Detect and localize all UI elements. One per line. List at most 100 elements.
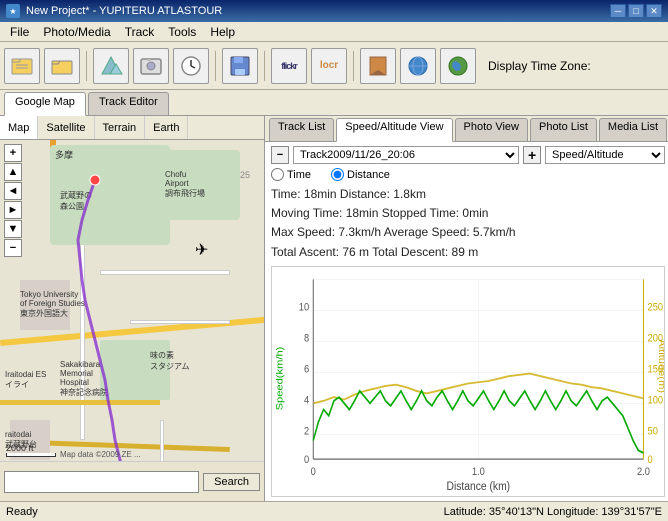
zoom-out-btn[interactable]: − — [4, 239, 22, 257]
map-background: 多摩 武蔵野の森公園 Tokyo Universityof Foreign St… — [0, 140, 264, 461]
maximize-button[interactable]: □ — [628, 4, 644, 18]
globe-btn[interactable] — [400, 48, 436, 84]
svg-text:0: 0 — [304, 454, 309, 466]
menu-file[interactable]: File — [4, 24, 35, 40]
stat-line-3: Max Speed: 7.3km/h Average Speed: 5.7km/… — [271, 223, 665, 242]
track-dropdown[interactable]: Track2009/11/26_20:06 — [293, 146, 519, 164]
radio-row: Time Distance — [271, 168, 665, 181]
tab-speed-altitude[interactable]: Speed/Altitude View — [336, 118, 452, 142]
photo-btn[interactable] — [133, 48, 169, 84]
speed-dropdown[interactable]: Speed/Altitude — [545, 146, 665, 164]
svg-text:10: 10 — [299, 301, 310, 313]
map-tab-earth[interactable]: Earth — [145, 116, 188, 139]
menu-track[interactable]: Track — [119, 24, 161, 40]
map-label-6: SakakibaraMemorialHospital神奈記念病院 — [60, 360, 108, 398]
bookmark-btn[interactable] — [360, 48, 396, 84]
svg-text:8: 8 — [304, 332, 309, 344]
status-ready: Ready — [6, 506, 38, 518]
locr-btn[interactable]: locr — [311, 48, 347, 84]
save-btn[interactable] — [222, 48, 258, 84]
map-label-4: ChofuAirport調布飛行場 — [165, 170, 205, 199]
pan-left-btn[interactable]: ◄ — [4, 182, 22, 200]
toolbar: flickr locr Display Time Zone: — [0, 42, 668, 90]
map-container[interactable]: 多摩 武蔵野の森公園 Tokyo Universityof Foreign St… — [0, 140, 264, 461]
pan-up-btn[interactable]: ▲ — [4, 163, 22, 181]
toolbar-sep-2 — [215, 51, 216, 81]
map-credits: Map data ©2009 ZE ... — [60, 450, 141, 459]
toolbar-sep-1 — [86, 51, 87, 81]
stats-area: Time: 18min Distance: 1.8km Moving Time:… — [271, 185, 665, 262]
statusbar: Ready Latitude: 35°40'13"N Longitude: 13… — [0, 501, 668, 521]
scale-label: 2000 ft — [6, 443, 34, 453]
radio-time[interactable]: Time — [271, 168, 311, 181]
radio-distance[interactable]: Distance — [331, 168, 390, 181]
menu-tools[interactable]: Tools — [162, 24, 202, 40]
tab-photo-list[interactable]: Photo List — [530, 118, 597, 141]
menubar: File Photo/Media Track Tools Help — [0, 22, 668, 42]
pan-right-btn[interactable]: ► — [4, 201, 22, 219]
status-coordinates: Latitude: 35°40'13"N Longitude: 139°31'5… — [444, 506, 662, 518]
tab-photo-view[interactable]: Photo View — [455, 118, 528, 141]
menu-help[interactable]: Help — [204, 24, 241, 40]
svg-text:2.0: 2.0 — [637, 466, 650, 478]
tab-track-list[interactable]: Track List — [269, 118, 334, 141]
window-title: New Project* - YUPITERU ATLASTOUR — [26, 5, 222, 17]
svg-text:6: 6 — [304, 363, 309, 375]
titlebar-left: ★ New Project* - YUPITERU ATLASTOUR — [6, 4, 222, 18]
track-prev-btn[interactable]: − — [271, 146, 289, 164]
svg-text:100: 100 — [648, 394, 664, 406]
stat-line-4: Total Ascent: 76 m Total Descent: 89 m — [271, 243, 665, 262]
earth-btn[interactable] — [440, 48, 476, 84]
right-pane: Track List Speed/Altitude View Photo Vie… — [265, 116, 668, 501]
content-area: Map Satellite Terrain Earth — [0, 116, 668, 501]
mountain-btn[interactable] — [93, 48, 129, 84]
radio-distance-label: Distance — [347, 169, 390, 181]
close-button[interactable]: ✕ — [646, 4, 662, 18]
road-3 — [100, 270, 230, 275]
radio-distance-input[interactable] — [331, 168, 344, 181]
app-icon: ★ — [6, 4, 20, 18]
titlebar: ★ New Project* - YUPITERU ATLASTOUR ─ □ … — [0, 0, 668, 22]
map-tab-map[interactable]: Map — [0, 116, 38, 139]
road-8 — [160, 420, 164, 461]
radio-time-input[interactable] — [271, 168, 284, 181]
map-tab-satellite[interactable]: Satellite — [38, 116, 94, 139]
svg-text:Speed(km/h): Speed(km/h) — [275, 346, 285, 410]
svg-text:0: 0 — [648, 454, 653, 466]
road-5 — [130, 320, 230, 324]
menu-photo-media[interactable]: Photo/Media — [37, 24, 116, 40]
svg-text:4: 4 — [304, 394, 309, 406]
pan-down-btn[interactable]: ▼ — [4, 220, 22, 238]
toolbar-sep-4 — [353, 51, 354, 81]
time-btn[interactable] — [173, 48, 209, 84]
map-label-7: 味の素スタジアム — [150, 350, 189, 372]
tab-track-editor[interactable]: Track Editor — [88, 92, 169, 115]
map-scale: 2000 ft — [6, 443, 56, 457]
radio-time-label: Time — [287, 169, 311, 181]
map-label-3: Tokyo Universityof Foreign Studies東京外国語大 — [20, 290, 85, 319]
chart-svg: 0 2 4 6 8 10 0 50 100 150 200 250 1. — [272, 267, 664, 496]
svg-text:50: 50 — [648, 425, 659, 437]
zoom-in-btn[interactable]: + — [4, 144, 22, 162]
search-input[interactable] — [4, 471, 199, 493]
road-6 — [0, 400, 160, 405]
track-next-btn[interactable]: + — [523, 146, 541, 164]
svg-text:1.0: 1.0 — [472, 466, 485, 478]
map-label-11: 25 — [240, 170, 250, 180]
minimize-button[interactable]: ─ — [610, 4, 626, 18]
search-button[interactable]: Search — [203, 473, 260, 491]
map-tab-terrain[interactable]: Terrain — [95, 116, 146, 139]
titlebar-buttons: ─ □ ✕ — [610, 4, 662, 18]
display-timezone-label: Display Time Zone: — [488, 59, 591, 73]
svg-text:2: 2 — [304, 425, 309, 437]
map-bottom: Search — [0, 461, 264, 501]
road-4 — [80, 240, 85, 440]
tab-media-list[interactable]: Media List — [599, 118, 667, 141]
track-selector: − Track2009/11/26_20:06 + Speed/Altitude — [271, 146, 665, 164]
map-logo-btn[interactable]: flickr — [271, 48, 307, 84]
new-folder-btn[interactable] — [4, 48, 40, 84]
tab-google-map[interactable]: Google Map — [4, 92, 86, 116]
left-pane: Map Satellite Terrain Earth — [0, 116, 265, 501]
map-label-1: 多摩 — [55, 148, 73, 161]
open-btn[interactable] — [44, 48, 80, 84]
